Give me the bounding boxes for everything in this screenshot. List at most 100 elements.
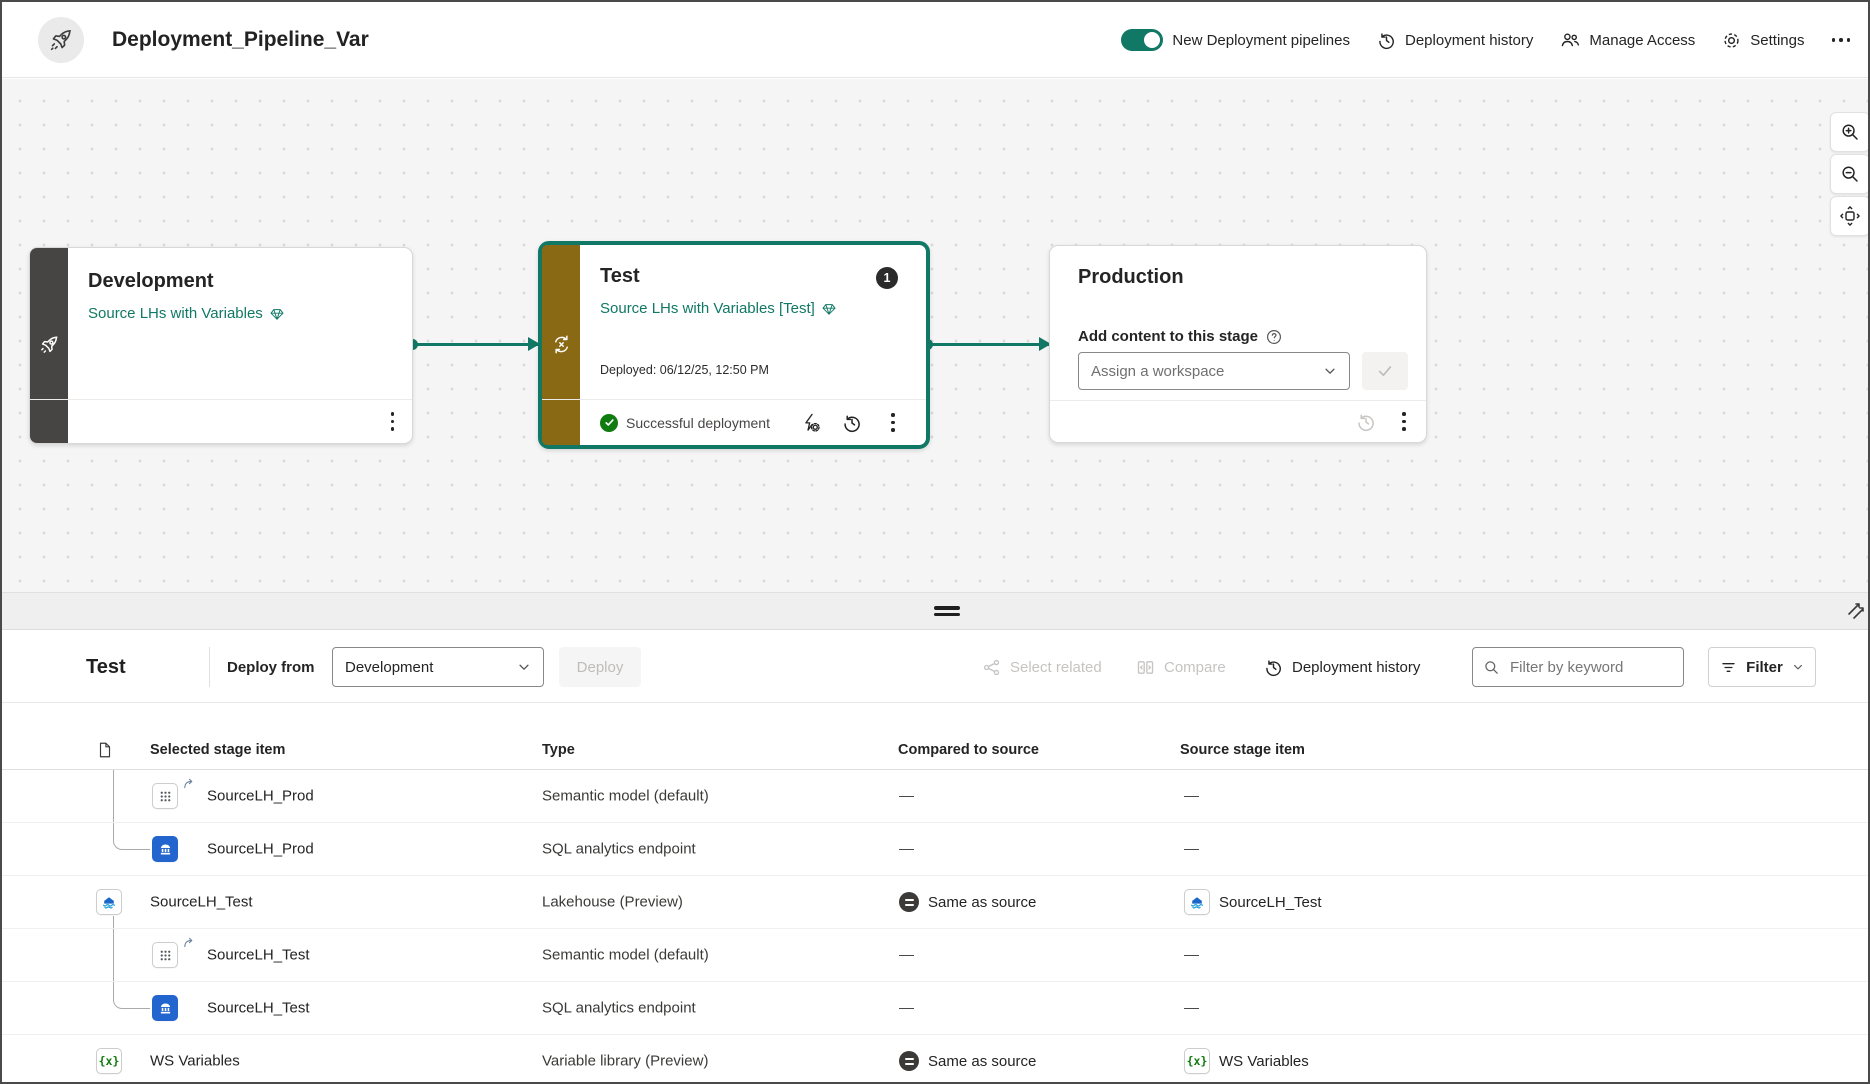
compared-value: — bbox=[899, 946, 914, 964]
compared-status: Same as source bbox=[899, 892, 1036, 912]
col-header-compared[interactable]: Compared to source bbox=[898, 730, 1039, 770]
stage-title: Development bbox=[88, 270, 214, 292]
compared-value: — bbox=[899, 999, 914, 1017]
semantic-model-icon bbox=[152, 942, 178, 968]
fit-to-screen-icon bbox=[1839, 205, 1861, 227]
item-type: SQL analytics endpoint bbox=[542, 999, 696, 1017]
stage-title: Production bbox=[1078, 266, 1184, 288]
select-related-button: Select related bbox=[982, 631, 1102, 703]
pipeline-avatar bbox=[38, 17, 84, 63]
add-content-label: Add content to this stage bbox=[1078, 328, 1282, 345]
table-row[interactable]: SourceLH_Test Lakehouse (Preview) Same a… bbox=[2, 876, 1868, 929]
source-value: — bbox=[1184, 946, 1199, 964]
table-row[interactable]: SourceLH_Test Semantic model (default) —… bbox=[2, 929, 1868, 982]
item-name: SourceLH_Prod bbox=[207, 840, 314, 858]
workspace-link[interactable]: Source LHs with Variables [Test] bbox=[600, 300, 837, 317]
semantic-model-icon bbox=[152, 783, 178, 809]
source-item: {x} WS Variables bbox=[1184, 1048, 1309, 1074]
deployment-history-button[interactable]: Deployment history bbox=[1377, 31, 1533, 50]
search-icon bbox=[1483, 659, 1500, 676]
deploy-from-label: Deploy from bbox=[227, 658, 315, 676]
assign-workspace-dropdown[interactable]: Assign a workspace bbox=[1078, 352, 1350, 390]
page-title: Deployment_Pipeline_Var bbox=[112, 28, 369, 51]
chevron-down-icon bbox=[1792, 661, 1804, 673]
help-icon[interactable] bbox=[1266, 329, 1282, 345]
stage-card-test[interactable]: Test 1 Source LHs with Variables [Test] … bbox=[538, 241, 930, 449]
premium-diamond-icon bbox=[269, 306, 285, 322]
table-row[interactable]: SourceLH_Test SQL analytics endpoint — — bbox=[2, 982, 1868, 1035]
same-as-source-icon bbox=[899, 892, 919, 912]
table-row[interactable]: SourceLH_Prod Semantic model (default) —… bbox=[2, 770, 1868, 823]
test-card-footer: Successful deployment bbox=[542, 399, 926, 445]
sql-endpoint-icon bbox=[152, 836, 178, 862]
more-options-icon[interactable] bbox=[1831, 38, 1850, 42]
fit-to-screen-button[interactable] bbox=[1830, 196, 1868, 236]
development-card-footer bbox=[30, 399, 412, 443]
panel-splitter[interactable] bbox=[2, 592, 1868, 630]
panel-title: Test bbox=[86, 655, 126, 678]
col-header-source[interactable]: Source stage item bbox=[1180, 730, 1305, 770]
zoom-out-button[interactable] bbox=[1830, 154, 1868, 194]
assign-confirm-button[interactable] bbox=[1362, 352, 1408, 390]
status-badge: 1 bbox=[876, 267, 898, 289]
filter-button[interactable]: Filter bbox=[1708, 647, 1816, 687]
splitter-grip[interactable] bbox=[934, 606, 960, 619]
select-related-icon bbox=[982, 658, 1001, 677]
history-icon[interactable] bbox=[842, 413, 862, 433]
toggle-label: New Deployment pipelines bbox=[1172, 31, 1350, 49]
production-more-icon[interactable] bbox=[1398, 408, 1410, 435]
table-header: Selected stage item Type Compared to sou… bbox=[2, 730, 1868, 770]
source-value: — bbox=[1184, 840, 1199, 858]
test-more-icon[interactable] bbox=[887, 409, 899, 436]
new-deployment-pipelines-toggle[interactable] bbox=[1121, 29, 1164, 51]
col-header-type[interactable]: Type bbox=[542, 730, 575, 770]
deployment-status: Successful deployment bbox=[600, 413, 770, 432]
panel-toolbar: Test Deploy from Development Deploy Sele… bbox=[2, 631, 1868, 703]
stage-card-production[interactable]: Production Add content to this stage Ass… bbox=[1049, 245, 1427, 443]
table-row[interactable]: SourceLH_Prod SQL analytics endpoint — — bbox=[2, 823, 1868, 876]
zoom-in-icon bbox=[1840, 122, 1860, 142]
compared-status: Same as source bbox=[899, 1051, 1036, 1071]
compare-icon bbox=[1136, 658, 1155, 677]
manage-access-button[interactable]: Manage Access bbox=[1560, 30, 1695, 50]
item-name: SourceLH_Test bbox=[207, 999, 310, 1017]
same-as-source-icon bbox=[899, 1051, 919, 1071]
variable-library-icon: {x} bbox=[1184, 1048, 1210, 1074]
chevron-down-icon bbox=[1323, 364, 1337, 378]
col-header-selected[interactable]: Selected stage item bbox=[150, 730, 285, 770]
deployment-history-button[interactable]: Deployment history bbox=[1264, 631, 1420, 703]
resize-diagonal-icon[interactable] bbox=[1844, 599, 1868, 623]
item-type: Lakehouse (Preview) bbox=[542, 893, 683, 911]
compared-value: — bbox=[899, 787, 914, 805]
rocket-icon bbox=[48, 27, 74, 53]
chevron-down-icon bbox=[517, 660, 531, 674]
stage-card-development[interactable]: Development Source LHs with Variables bbox=[29, 247, 413, 444]
source-value: — bbox=[1184, 999, 1199, 1017]
keyword-filter-box bbox=[1472, 647, 1684, 687]
lakehouse-icon bbox=[96, 889, 122, 915]
table-body: SourceLH_Prod Semantic model (default) —… bbox=[2, 770, 1868, 1082]
deploy-button[interactable]: Deploy bbox=[559, 647, 641, 687]
workspace-link[interactable]: Source LHs with Variables bbox=[88, 305, 285, 322]
keyword-filter-input[interactable] bbox=[1508, 657, 1673, 677]
item-type: Semantic model (default) bbox=[542, 787, 709, 805]
people-icon bbox=[1560, 30, 1580, 50]
toolbar-divider bbox=[209, 647, 210, 687]
sub-item-arrow-icon bbox=[183, 937, 194, 948]
premium-diamond-icon bbox=[821, 301, 837, 317]
connector-test-to-prod bbox=[922, 336, 1051, 351]
item-name: WS Variables bbox=[150, 1052, 240, 1070]
development-more-icon[interactable] bbox=[387, 408, 399, 435]
sub-item-arrow-icon bbox=[183, 778, 194, 789]
check-icon bbox=[1376, 362, 1394, 380]
zoom-in-button[interactable] bbox=[1830, 112, 1868, 152]
table-row[interactable]: {x} WS Variables Variable library (Previ… bbox=[2, 1035, 1868, 1082]
source-item: SourceLH_Test bbox=[1184, 889, 1322, 915]
source-value: — bbox=[1184, 787, 1199, 805]
deploy-from-dropdown[interactable]: Development bbox=[332, 647, 544, 687]
connector-dev-to-test bbox=[407, 336, 540, 351]
settings-button[interactable]: Settings bbox=[1722, 31, 1805, 50]
stage-detail-panel: Test Deploy from Development Deploy Sele… bbox=[2, 631, 1868, 1082]
header-actions: New Deployment pipelines Deployment hist… bbox=[1121, 2, 1850, 78]
deployment-rules-icon[interactable] bbox=[800, 412, 821, 433]
